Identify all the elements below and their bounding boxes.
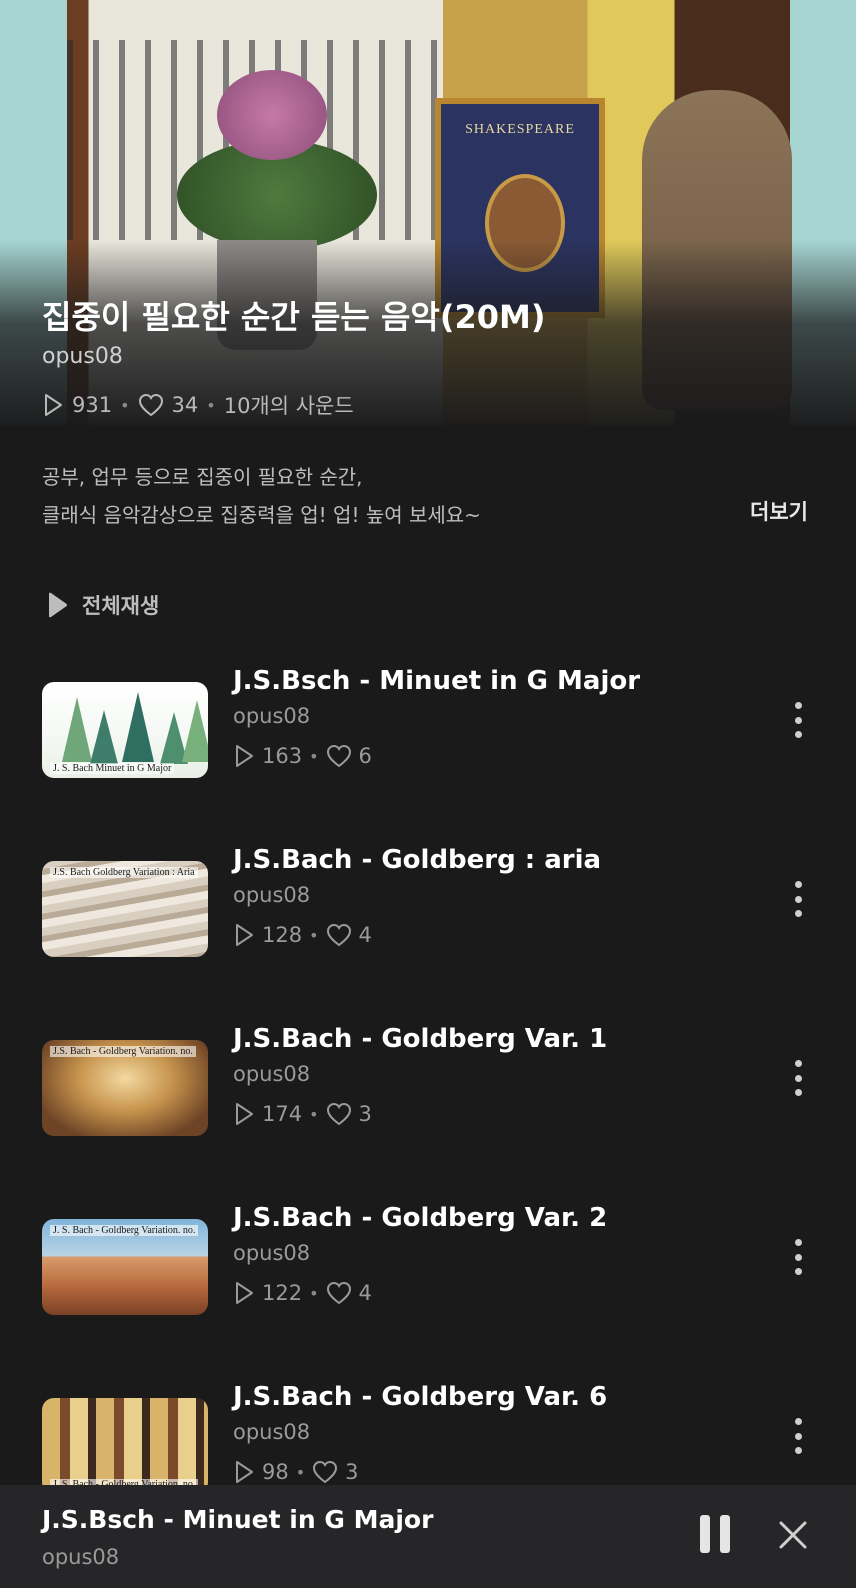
separator-dot: • [309,746,319,766]
playlist-description: 공부, 업무 등으로 집중이 필요한 순간, 클래식 음악감상으로 집중력을 업… [42,458,692,534]
thumb-caption: J. S. Bach - Goldberg Variation. no. [50,1225,199,1236]
more-options-icon[interactable] [792,881,804,917]
play-count-icon [236,1103,253,1125]
play-all-button[interactable]: 전체재생 [46,590,159,620]
track-stats: 128 • 4 [233,923,372,947]
track-thumbnail: J.S. Bach Goldberg Variation : Aria [42,861,208,957]
separator-dot: • [309,1283,319,1303]
separator-dot: • [120,395,130,415]
separator-dot: • [309,925,319,945]
more-options-icon[interactable] [792,1239,804,1275]
like-count: 6 [358,744,372,768]
book-title-text: SHAKESPEARE [465,122,575,137]
more-options-icon[interactable] [792,702,804,738]
heart-icon [326,1102,351,1126]
pause-icon[interactable] [700,1515,730,1555]
like-count: 4 [358,1281,372,1305]
play-count: 98 [262,1460,289,1484]
track-item[interactable]: J.S. Bach - Goldberg Variation. no. J.S.… [0,1020,856,1199]
track-stats: 98 • 3 [233,1460,359,1484]
separator-dot: • [309,1104,319,1124]
play-count: 128 [262,923,303,947]
like-count: 3 [345,1460,359,1484]
track-title: J.S.Bach - Goldberg : aria [233,845,602,875]
thumb-caption: J. S. Bach Minuet in G Major [50,763,175,774]
like-count: 3 [358,1102,372,1126]
track-stats: 174 • 3 [233,1102,372,1126]
play-all-label: 전체재생 [82,594,160,618]
heart-icon [326,1281,351,1305]
playlist-author[interactable]: opus08 [42,344,123,369]
track-title: J.S.Bach - Goldberg Var. 1 [233,1024,608,1054]
thumb-caption: J.S. Bach - Goldberg Variation. no. [50,1046,196,1057]
description-line: 클래식 음악감상으로 집중력을 업! 업! 높여 보세요~ [42,503,481,527]
track-list: J. S. Bach Minuet in G Major J.S.Bsch - … [0,662,856,1557]
separator-dot: • [206,395,216,415]
play-icon [49,592,67,618]
track-title: J.S.Bach - Goldberg Var. 6 [233,1382,608,1412]
more-button[interactable]: 더보기 [750,496,808,526]
heart-icon [326,923,351,947]
track-author: opus08 [233,1062,311,1086]
track-item[interactable]: J.S. Bach Goldberg Variation : Aria J.S.… [0,841,856,1020]
heart-icon [138,393,163,417]
track-author: opus08 [233,1241,311,1265]
play-count-icon [236,745,253,767]
play-count-icon [236,1461,253,1483]
play-count: 174 [262,1102,303,1126]
playlist-stats: 931 • 34 • 10개의 사운드 [42,390,354,420]
now-playing-author: opus08 [42,1545,120,1569]
mini-player[interactable]: J.S.Bsch - Minuet in G Major opus08 [0,1485,856,1588]
play-count: 122 [262,1281,303,1305]
track-title: J.S.Bsch - Minuet in G Major [233,666,641,696]
sound-count: 10개의 사운드 [223,394,354,418]
more-options-icon[interactable] [792,1418,804,1454]
close-icon[interactable] [773,1515,813,1555]
like-count: 4 [358,923,372,947]
more-options-icon[interactable] [792,1060,804,1096]
track-thumbnail: J. S. Bach Minuet in G Major [42,682,208,778]
heart-icon [313,1460,338,1484]
track-stats: 122 • 4 [233,1281,372,1305]
play-count-icon [45,394,62,416]
play-count-icon [236,924,253,946]
track-item[interactable]: J. S. Bach - Goldberg Variation. no. J.S… [0,1199,856,1378]
track-author: opus08 [233,1420,311,1444]
track-item[interactable]: J. S. Bach Minuet in G Major J.S.Bsch - … [0,662,856,841]
play-count: 163 [262,744,303,768]
like-count: 34 [171,393,199,417]
now-playing-title: J.S.Bsch - Minuet in G Major [42,1505,434,1534]
description-line: 공부, 업무 등으로 집중이 필요한 순간, [42,465,363,489]
play-count-icon [236,1282,253,1304]
playlist-cover: SHAKESPEARE 집중이 필요한 순간 듣는 음악(20M) opus08… [0,0,856,425]
track-author: opus08 [233,883,311,907]
hydrangea-flower [217,70,327,160]
playlist-title: 집중이 필요한 순간 듣는 음악(20M) [42,298,546,336]
track-author: opus08 [233,704,311,728]
track-stats: 163 • 6 [233,744,372,768]
thumb-caption: J.S. Bach Goldberg Variation : Aria [50,867,198,878]
track-thumbnail: J.S. Bach - Goldberg Variation. no. [42,1040,208,1136]
heart-icon [326,744,351,768]
play-count: 931 [72,393,113,417]
track-thumbnail: J. S. Bach - Goldberg Variation. no. [42,1219,208,1315]
track-title: J.S.Bach - Goldberg Var. 2 [233,1203,608,1233]
track-thumbnail: J. S. Bach - Goldberg Variation. no. [42,1398,208,1494]
separator-dot: • [295,1462,306,1482]
